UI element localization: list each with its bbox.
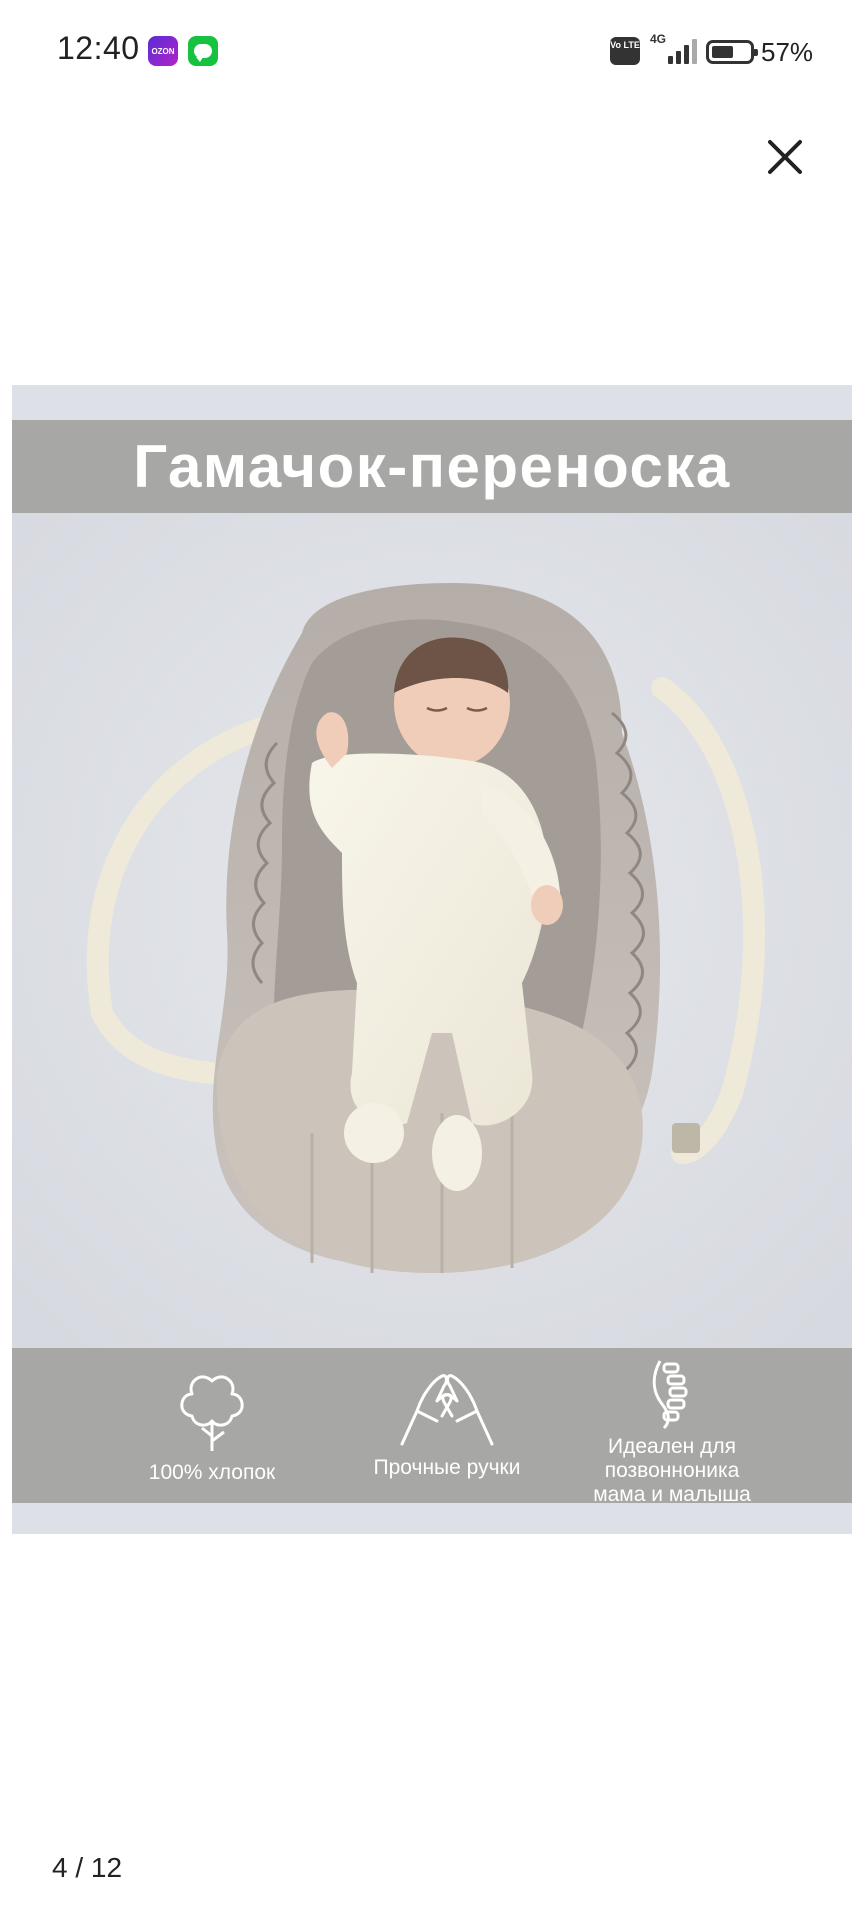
product-photo [12, 513, 852, 1358]
feature-label-spine: Идеален для позвонноника мама и малыша [593, 1435, 751, 1506]
volte-icon: Vo LTE [610, 37, 640, 65]
feature-label-cotton: 100% хлопок [148, 1461, 276, 1484]
title-band: Гамачок-переноска [12, 420, 852, 513]
close-icon [768, 140, 802, 174]
page-indicator: 4 / 12 [52, 1852, 123, 1883]
message-app-icon [188, 36, 218, 66]
battery-percent: 57% [761, 37, 814, 67]
ozon-icon-text: OZON [151, 46, 175, 56]
feature-cotton: 100% хлопок [102, 1348, 322, 1503]
battery-icon [706, 40, 758, 64]
status-bar: 12:40 OZON Vo LTE 4G 57% [0, 0, 863, 100]
feature-spine: Идеален для позвонноника мама и малыша [557, 1348, 787, 1506]
network-type: 4G [650, 32, 667, 46]
battery-fill [712, 46, 733, 58]
feature-label-handles: Прочные ручки [373, 1456, 521, 1479]
status-time: 12:40 [57, 30, 140, 66]
product-title: Гамачок-переноска [133, 433, 731, 500]
hands-icon [400, 1374, 494, 1446]
product-image[interactable]: Гамачок-переноска 100% хлопок Прочные ру… [12, 385, 852, 1534]
feature-handles: Прочные ручки [332, 1348, 562, 1503]
close-button[interactable] [765, 137, 805, 177]
cotton-icon [180, 1375, 244, 1451]
features-band: 100% хлопок Прочные ручки Идеален для по… [12, 1348, 852, 1506]
signal-icon [668, 38, 698, 64]
ozon-app-icon: OZON [148, 36, 178, 66]
spine-icon [652, 1360, 688, 1430]
